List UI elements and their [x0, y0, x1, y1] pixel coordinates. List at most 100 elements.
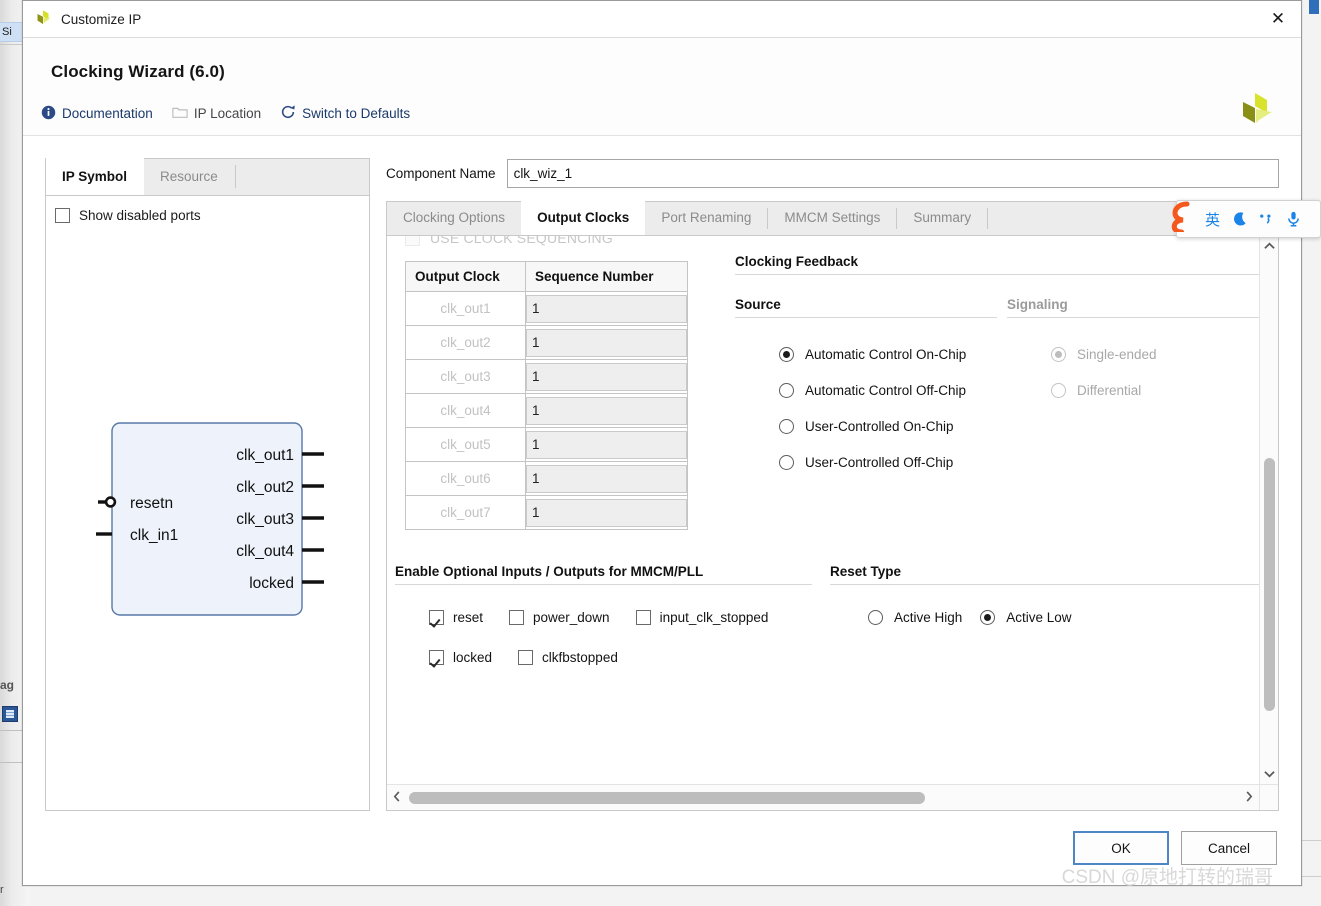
signaling-radio-list: Single-ended Differential [1007, 318, 1259, 408]
optional-io-row-1: reset power_down input_clk_stopped [395, 597, 812, 637]
checkbox-clkfbstopped[interactable]: clkfbstopped [518, 649, 618, 665]
checkbox-box [518, 649, 534, 665]
ok-button[interactable]: OK [1073, 831, 1169, 865]
table-header-row: Output Clock Sequence Number [405, 261, 688, 292]
cancel-button[interactable]: Cancel [1181, 831, 1277, 865]
use-clock-sequencing-label: USE CLOCK SEQUENCING [430, 236, 613, 246]
radio-indicator [868, 609, 883, 625]
tab-port-renaming-label: Port Renaming [661, 210, 752, 225]
scroll-content: USE CLOCK SEQUENCING Output Clock Sequen… [387, 236, 1259, 677]
radio-user-controlled-on-chip[interactable]: User-Controlled On-Chip [779, 408, 997, 444]
sequence-number-input[interactable]: 1 [526, 396, 687, 425]
sequence-number-cell[interactable]: 1 [525, 359, 688, 394]
ip-symbol-tabstrip: IP Symbol Resource [45, 158, 370, 195]
horizontal-scrollbar-track[interactable] [407, 785, 1239, 811]
dialog-body: IP Symbol Resource Show disabled ports r… [23, 136, 1301, 811]
ip-location-button[interactable]: IP Location [172, 105, 261, 122]
tab-resource[interactable]: Resource [144, 158, 235, 195]
tab-divider [987, 208, 989, 229]
output-clock-name: clk_out5 [405, 427, 526, 462]
chevron-up-icon[interactable] [1260, 236, 1278, 256]
svg-text:clk_out4: clk_out4 [236, 543, 294, 560]
sequence-number-input[interactable]: 1 [526, 328, 687, 357]
checkbox-input-clk-stopped[interactable]: input_clk_stopped [635, 609, 768, 625]
checkbox-reset[interactable]: reset [429, 609, 483, 625]
sequence-number-cell[interactable]: 1 [525, 325, 688, 360]
radio-active-low[interactable]: Active Low [980, 599, 1072, 635]
svg-text:resetn: resetn [130, 495, 173, 512]
use-clock-sequencing-checkbox[interactable]: USE CLOCK SEQUENCING [387, 236, 1259, 252]
tab-output-clocks-label: Output Clocks [537, 210, 630, 225]
config-panel: Component Name Clocking Options Output C… [386, 158, 1279, 811]
switch-to-defaults-button[interactable]: Switch to Defaults [280, 104, 410, 123]
optional-io-title: Enable Optional Inputs / Outputs for MMC… [395, 564, 704, 579]
chevron-right-icon[interactable] [1239, 790, 1259, 805]
checkbox-power-down[interactable]: power_down [509, 609, 610, 625]
checkbox-label: locked [453, 649, 493, 665]
chevron-left-icon[interactable] [387, 790, 407, 805]
vertical-scrollbar[interactable] [1259, 236, 1278, 784]
customize-ip-dialog: Customize IP ✕ Clocking Wizard (6.0) Doc… [22, 0, 1302, 888]
sequence-number-cell[interactable]: 1 [525, 393, 688, 428]
radio-user-controlled-off-chip[interactable]: User-Controlled Off-Chip [779, 444, 997, 480]
sogou-logo-icon[interactable] [1163, 198, 1197, 235]
radio-label: Active High [894, 609, 963, 625]
header-toolbar: Documentation IP Location Switch to Defa… [23, 82, 1301, 135]
punctuation-icon[interactable] [1253, 200, 1280, 238]
reset-type-title: Reset Type [830, 564, 902, 579]
ip-symbol-canvas: Show disabled ports resetn clk_in1 clk_o… [45, 195, 370, 811]
sequence-number-input[interactable]: 1 [526, 362, 687, 391]
sequence-number-input[interactable]: 1 [526, 294, 687, 323]
tab-clocking-options[interactable]: Clocking Options [387, 201, 521, 235]
signaling-group: Signaling Single-ended Differential [997, 297, 1259, 480]
chevron-down-icon[interactable] [1260, 764, 1278, 784]
radio-indicator [779, 418, 794, 434]
microphone-icon[interactable] [1280, 200, 1307, 238]
moon-icon[interactable] [1226, 200, 1253, 238]
svg-text:clk_out2: clk_out2 [236, 479, 294, 496]
sequence-number-input[interactable]: 1 [526, 498, 687, 527]
ip-symbol-diagram: resetn clk_in1 clk_out1 clk_out2 clk_out… [46, 411, 369, 626]
table-row: clk_out4 1 [405, 393, 688, 428]
scroll-viewport: USE CLOCK SEQUENCING Output Clock Sequen… [387, 236, 1259, 784]
documentation-button[interactable]: Documentation [41, 105, 153, 123]
radio-indicator [1051, 382, 1066, 398]
info-icon [41, 105, 56, 123]
tab-port-renaming[interactable]: Port Renaming [645, 201, 767, 235]
sequence-number-cell[interactable]: 1 [525, 427, 688, 462]
radio-automatic-control-off-chip[interactable]: Automatic Control Off-Chip [779, 372, 997, 408]
sequence-number-cell[interactable]: 1 [525, 291, 688, 326]
language-mode-icon[interactable]: 英 [1199, 200, 1226, 238]
background-scroll-marker [1309, 0, 1319, 14]
sequence-number-cell[interactable]: 1 [525, 461, 688, 496]
tab-ip-symbol[interactable]: IP Symbol [46, 158, 145, 195]
radio-automatic-control-on-chip[interactable]: Automatic Control On-Chip [779, 336, 997, 372]
vertical-scrollbar-thumb[interactable] [1264, 458, 1275, 711]
tab-output-clocks[interactable]: Output Clocks [521, 201, 646, 235]
sequence-number-input[interactable]: 1 [526, 430, 687, 459]
output-clock-name: clk_out3 [405, 359, 526, 394]
close-icon[interactable]: ✕ [1255, 1, 1301, 37]
horizontal-scrollbar[interactable] [387, 784, 1259, 810]
group-rule [735, 274, 1259, 275]
show-disabled-ports-checkbox[interactable]: Show disabled ports [55, 208, 201, 223]
ime-toolbar: 英 [1176, 200, 1321, 238]
clocking-feedback-column: Clocking Feedback Source Automatic Contr… [717, 252, 1259, 530]
horizontal-scrollbar-thumb[interactable] [409, 791, 925, 804]
show-disabled-ports-label: Show disabled ports [79, 208, 201, 223]
folder-icon [172, 105, 188, 122]
output-clock-name: clk_out7 [405, 495, 526, 530]
sequence-number-table: Output Clock Sequence Number clk_out1 1 … [405, 261, 688, 530]
background-divider-4 [1300, 840, 1321, 841]
tab-summary[interactable]: Summary [897, 201, 987, 235]
component-name-input[interactable] [506, 158, 1279, 188]
radio-indicator [980, 609, 996, 625]
table-row: clk_out6 1 [405, 461, 688, 496]
tab-mmcm-settings[interactable]: MMCM Settings [768, 201, 896, 235]
radio-active-high[interactable]: Active High [868, 599, 962, 635]
table-row: clk_out1 1 [405, 291, 688, 326]
checkbox-locked[interactable]: locked [429, 649, 493, 665]
sequence-number-cell[interactable]: 1 [525, 495, 688, 530]
sequence-number-input[interactable]: 1 [526, 464, 687, 493]
checkbox-box [635, 609, 651, 625]
